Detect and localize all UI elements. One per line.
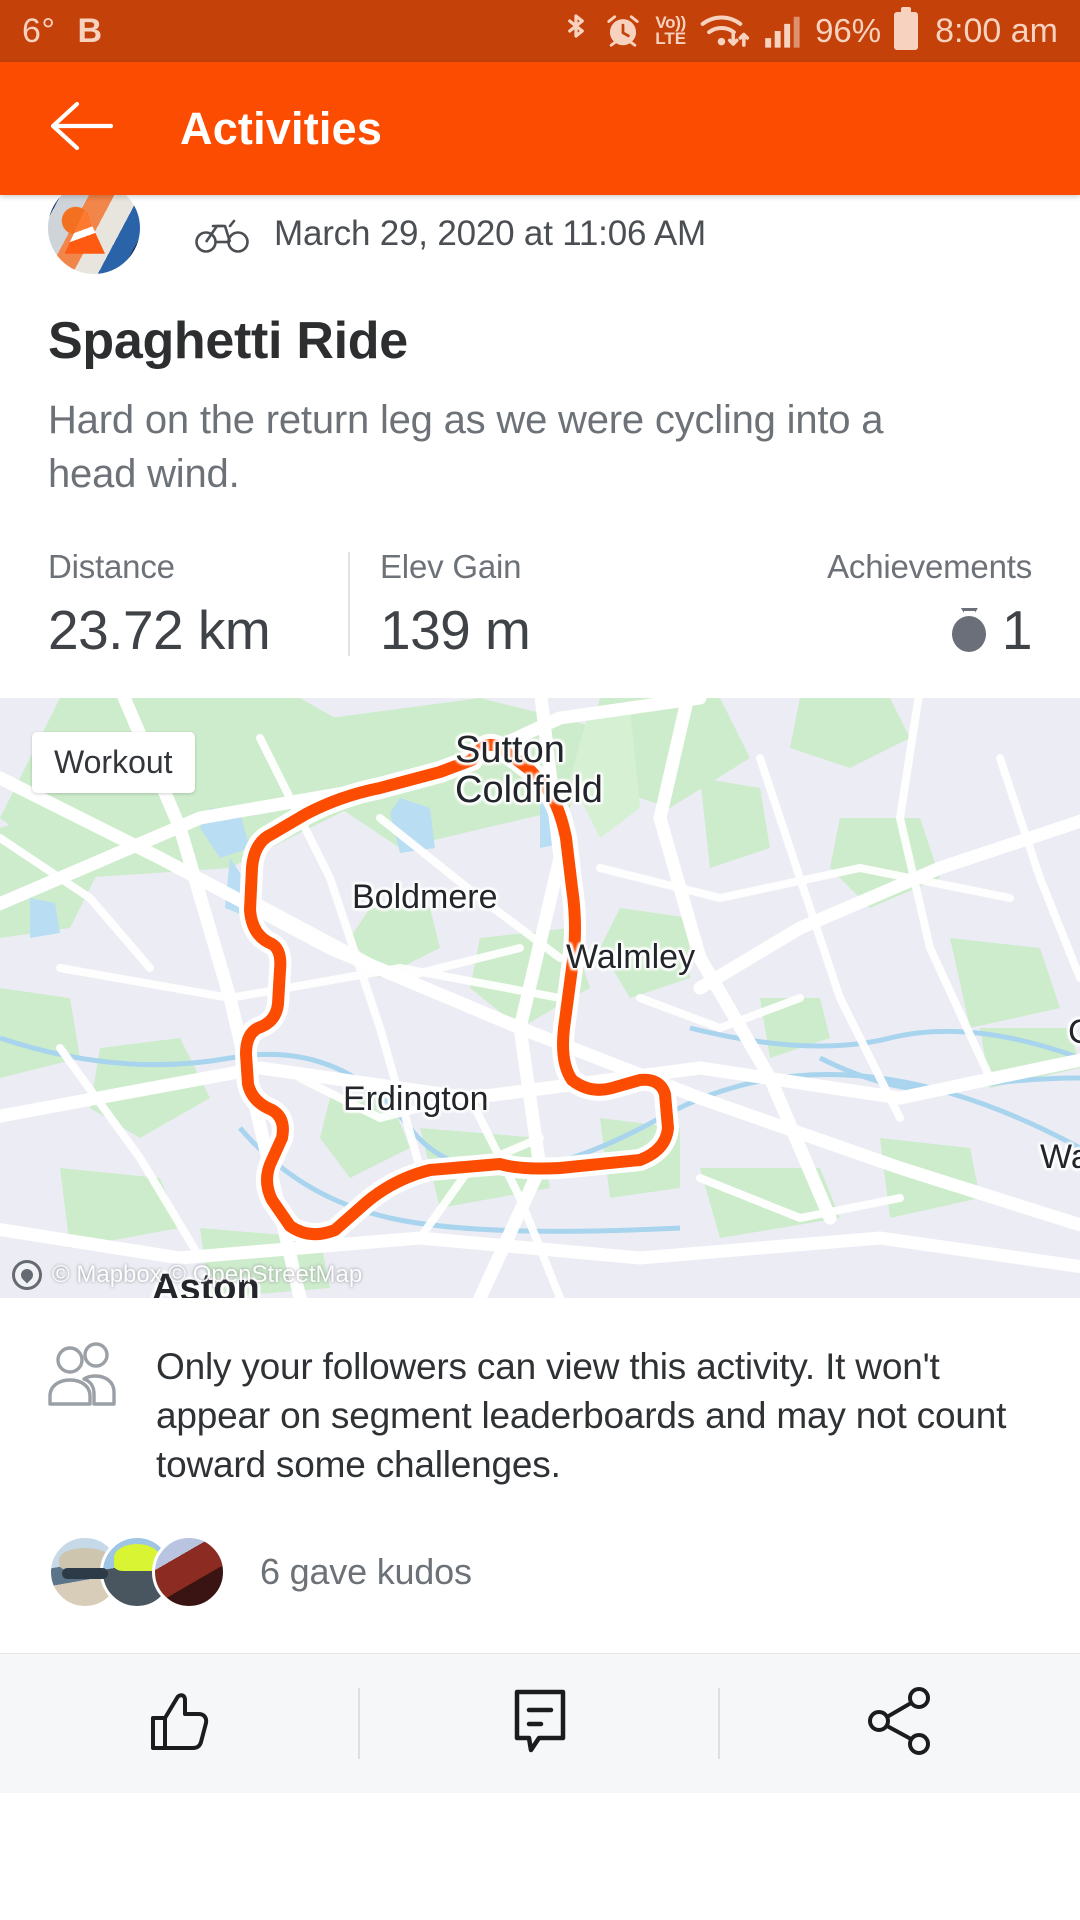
kudos-count-label: 6 gave kudos xyxy=(260,1551,472,1593)
back-arrow-icon xyxy=(47,98,115,159)
map-label-wat: Wat xyxy=(1040,1137,1080,1176)
cellular-signal-icon xyxy=(764,11,802,51)
stat-distance: Distance 23.72 km xyxy=(48,548,348,662)
map-label-boldmere: Boldmere xyxy=(352,877,498,916)
share-icon xyxy=(861,1682,939,1765)
volte-bottom-label: LTE xyxy=(655,29,687,48)
kudos-button[interactable] xyxy=(0,1654,360,1793)
share-button[interactable] xyxy=(720,1654,1080,1793)
workout-badge: Workout xyxy=(32,731,195,793)
comment-icon xyxy=(505,1682,575,1765)
action-bar xyxy=(0,1653,1080,1794)
map-label-walmley: Walmley xyxy=(566,937,696,976)
bicycle-icon xyxy=(194,214,250,254)
clock-label: 8:00 am xyxy=(935,11,1058,50)
kudos-row[interactable]: 6 gave kudos xyxy=(0,1489,1080,1653)
activity-date: March 29, 2020 at 11:06 AM xyxy=(274,214,706,253)
battery-icon xyxy=(894,7,919,50)
stat-distance-value: 23.72 km xyxy=(48,598,271,661)
temperature-indicator: 6° xyxy=(22,11,56,50)
kudos-avatars[interactable] xyxy=(48,1535,226,1610)
activity-stats: Distance 23.72 km Elev Gain 139 m Achiev… xyxy=(0,548,1080,662)
privacy-notice: Only your followers can view this activi… xyxy=(0,1298,1080,1490)
app-bar: Activities xyxy=(0,62,1080,195)
activity-header-row[interactable]: March 29, 2020 at 11:06 AM xyxy=(0,182,1080,277)
map-label-sutton: Sutton xyxy=(455,728,565,771)
map-label-coldfield: Coldfield xyxy=(455,769,603,812)
alarm-icon xyxy=(604,11,642,51)
stat-achievements[interactable]: Achievements 1 xyxy=(827,548,1032,662)
back-button[interactable] xyxy=(44,92,118,166)
status-bar-left: 6° B xyxy=(22,12,103,51)
stat-achievements-label: Achievements xyxy=(827,547,1032,585)
map-label-sutton-coldfield: Sutton Coldfield xyxy=(455,730,603,811)
mapbox-logo-icon xyxy=(12,1259,42,1290)
map-label-erdington: Erdington xyxy=(343,1079,489,1118)
status-bar-right: Vo)) LTE 96% 8:00 am xyxy=(561,7,1058,51)
privacy-notice-text: Only your followers can view this activi… xyxy=(156,1345,1007,1486)
activity-map[interactable]: Workout Sutton Coldfield Boldmere Walmle… xyxy=(0,697,1080,1298)
thumbs-up-icon xyxy=(141,1682,219,1765)
athlete-avatar[interactable] xyxy=(48,182,140,274)
stat-achievements-value: 1 xyxy=(1001,598,1033,661)
stat-elev-gain-value: 139 m xyxy=(380,598,531,661)
medal-icon xyxy=(951,607,986,652)
status-bar: 6° B Vo)) LTE 96% 8:00 am xyxy=(0,0,1080,62)
map-attribution[interactable]: © Mapbox © OpenStreetMap xyxy=(12,1259,363,1290)
map-attribution-text: © Mapbox © OpenStreetMap xyxy=(52,1260,363,1288)
page-title: Activities xyxy=(180,102,383,154)
activity-title: Spaghetti Ride xyxy=(48,312,408,370)
kudos-avatar[interactable] xyxy=(152,1535,226,1610)
wifi-icon xyxy=(699,11,751,51)
comment-button[interactable] xyxy=(360,1654,720,1793)
stat-achievements-value-row: 1 xyxy=(827,598,1033,662)
activity-meta: March 29, 2020 at 11:06 AM xyxy=(194,214,706,254)
stat-elev-gain: Elev Gain 139 m xyxy=(348,548,788,662)
activity-detail: March 29, 2020 at 11:06 AM Spaghetti Rid… xyxy=(0,182,1080,1654)
activity-description: Hard on the return leg as we were cyclin… xyxy=(48,398,884,497)
carrier-label: B xyxy=(77,11,103,50)
battery-percent-label: 96% xyxy=(815,12,882,49)
stat-elev-gain-label: Elev Gain xyxy=(380,547,522,585)
bluetooth-icon xyxy=(561,11,591,51)
followers-icon xyxy=(44,1342,126,1419)
volte-icon: Vo)) LTE xyxy=(655,14,687,48)
stat-distance-label: Distance xyxy=(48,547,175,585)
map-label-c: C xyxy=(1068,1013,1080,1052)
